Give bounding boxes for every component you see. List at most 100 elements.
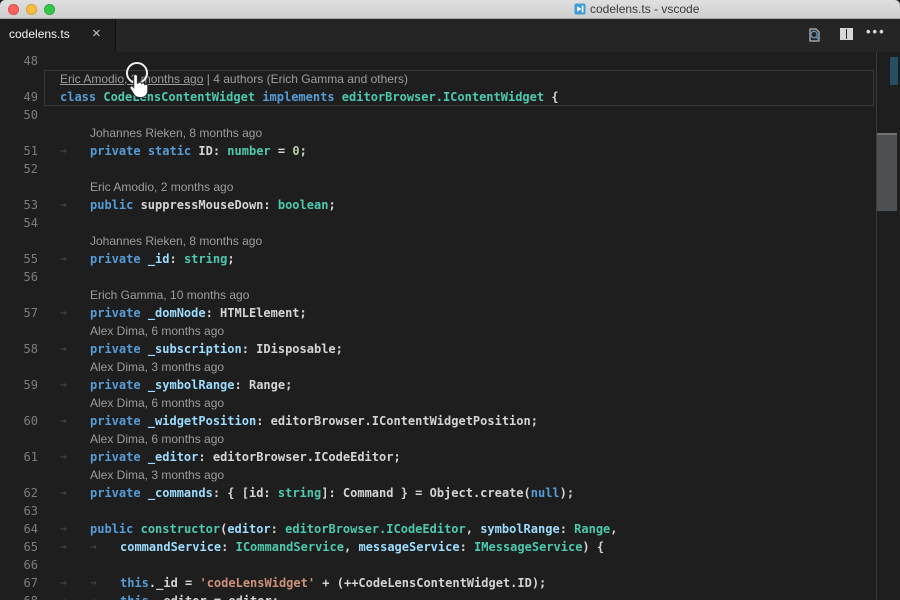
code-row: 61 → private _editor: editorBrowser.ICodeE… [0, 448, 900, 466]
codelens-row: Erich Gamma, 10 months ago [0, 286, 900, 304]
codelens-row: Eric Amodio, 2 months ago [0, 178, 900, 196]
codelens-row: Alex Dima, 6 months ago [0, 394, 900, 412]
line-number: 50 [0, 106, 38, 124]
line-number: 62 [0, 484, 38, 502]
tab-codelens-ts[interactable]: codelens.ts × [0, 19, 116, 52]
code-row: 51 → private static ID: number = 0; [0, 142, 900, 160]
code-line-content[interactable]: private _subscription: IDisposable; [90, 340, 343, 358]
codelens-blame-link[interactable]: Johannes Rieken, 8 months ago [90, 124, 262, 142]
line-number: 60 [0, 412, 38, 430]
tab-whitespace-arrow-icon: → [60, 142, 67, 160]
code-line-content[interactable]: this._editor = editor; [120, 592, 279, 600]
line-number: 61 [0, 448, 38, 466]
codelens-blame-link[interactable]: Alex Dima, 3 months ago [90, 466, 224, 484]
tab-whitespace-arrow-icon: → [60, 196, 67, 214]
tab-whitespace-arrow-icon: → [60, 520, 67, 538]
close-window-button[interactable] [8, 4, 19, 15]
vertical-scrollbar-thumb[interactable] [877, 133, 897, 211]
code-row: 52 [0, 160, 900, 178]
vscode-logo-icon [574, 3, 586, 15]
codelens-row: Johannes Rieken, 8 months ago [0, 124, 900, 142]
line-number: 64 [0, 520, 38, 538]
codelens-row: Alex Dima, 3 months ago [0, 466, 900, 484]
codelens-blame-link[interactable]: Alex Dima, 6 months ago [90, 430, 224, 448]
code-line-content[interactable]: private _domNode: HTMLElement; [90, 304, 307, 322]
tab-bar: codelens.ts × ••• [0, 19, 900, 52]
line-number: 53 [0, 196, 38, 214]
tab-whitespace-arrow-icon: → [60, 592, 67, 600]
tab-whitespace-arrow-icon: → [60, 340, 67, 358]
tab-whitespace-arrow-icon: → [60, 250, 67, 268]
line-number: 52 [0, 160, 38, 178]
code-row: 55 → private _id: string; [0, 250, 900, 268]
code-line-content[interactable]: private _symbolRange: Range; [90, 376, 292, 394]
tab-whitespace-arrow-icon: → [60, 412, 67, 430]
line-number: 67 [0, 574, 38, 592]
code-row: 54 [0, 214, 900, 232]
code-line-content[interactable]: private _editor: editorBrowser.ICodeEdit… [90, 448, 401, 466]
zoom-window-button[interactable] [44, 4, 55, 15]
code-row: 65→→commandService: ICommandService, mes… [0, 538, 900, 556]
code-row: 56 [0, 268, 900, 286]
codelens-blame-link[interactable]: Alex Dima, 6 months ago [90, 322, 224, 340]
line-number: 56 [0, 268, 38, 286]
tab-label: codelens.ts [9, 27, 70, 41]
line-number: 58 [0, 340, 38, 358]
more-actions-icon[interactable]: ••• [866, 27, 884, 43]
line-number: 66 [0, 556, 38, 574]
codelens-blame-link[interactable]: Eric Amodio, 2 months ago [90, 178, 233, 196]
editor-rows: 48 Eric Amodio, 2 months ago | 4 authors … [0, 52, 900, 600]
line-number: 59 [0, 376, 38, 394]
code-row: 53 → public suppressMouseDown: boolean; [0, 196, 900, 214]
code-line-content[interactable]: private _widgetPosition: editorBrowser.I… [90, 412, 538, 430]
code-line-content[interactable]: private static ID: number = 0; [90, 142, 307, 160]
tab-whitespace-arrow-icon: → [60, 574, 67, 592]
open-preview-icon[interactable] [806, 27, 824, 43]
codelens-row: Johannes Rieken, 8 months ago [0, 232, 900, 250]
tab-whitespace-arrow-icon: → [90, 538, 97, 556]
window-title: codelens.ts - vscode [590, 2, 699, 17]
code-row: 60 → private _widgetPosition: editorBrowse… [0, 412, 900, 430]
code-row: 63 [0, 502, 900, 520]
code-row: 67 → → this._id = 'codeLensWidget' + (++Cod… [0, 574, 900, 592]
code-line-content[interactable]: this._id = 'codeLensWidget' + (++CodeLen… [120, 574, 546, 592]
code-row: 68 → → this._editor = editor; [0, 592, 900, 600]
codelens-blame-link[interactable]: Alex Dima, 3 months ago [90, 358, 224, 376]
overview-ruler-mark [890, 57, 898, 85]
line-number: 68 [0, 592, 38, 600]
code-row: 59→private _symbolRange: Range; [0, 376, 900, 394]
code-row: 58 → private _subscription: IDisposable; [0, 340, 900, 358]
line-number: 57 [0, 304, 38, 322]
tab-whitespace-arrow-icon: → [90, 574, 97, 592]
tab-whitespace-arrow-icon: → [90, 592, 97, 600]
tab-whitespace-arrow-icon: → [60, 484, 67, 502]
line-number: 48 [0, 52, 38, 70]
line-number: 51 [0, 142, 38, 160]
line-number: 49 [0, 88, 38, 106]
line-number: 55 [0, 250, 38, 268]
code-row: 66 [0, 556, 900, 574]
code-line-content[interactable]: private _commands: { [id: string]: Comma… [90, 484, 574, 502]
line-number: 54 [0, 214, 38, 232]
title-bar: codelens.ts - vscode [0, 0, 900, 19]
codelens-blame-link[interactable]: Alex Dima, 6 months ago [90, 394, 224, 412]
codelens-row: Alex Dima, 6 months ago [0, 322, 900, 340]
code-row: 57→private _domNode: HTMLElement; [0, 304, 900, 322]
vscode-window: codelens.ts - vscode codelens.ts × ••• 4… [0, 0, 900, 600]
tab-close-icon[interactable]: × [92, 25, 101, 42]
editor-pane: 48 Eric Amodio, 2 months ago | 4 authors … [0, 52, 900, 600]
hand-cursor-icon [127, 73, 151, 99]
codelens-blame-link[interactable]: Johannes Rieken, 8 months ago [90, 232, 262, 250]
codelens-blame-link[interactable]: Erich Gamma, 10 months ago [90, 286, 249, 304]
tab-whitespace-arrow-icon: → [60, 538, 67, 556]
code-line-content[interactable]: private _id: string; [90, 250, 235, 268]
split-editor-icon[interactable] [838, 27, 856, 43]
code-line-content[interactable]: commandService: ICommandService, message… [120, 538, 604, 556]
code-row: 64 → public constructor(editor: editorBrow… [0, 520, 900, 538]
code-line-content[interactable]: public constructor(editor: editorBrowser… [90, 520, 618, 538]
code-line-content[interactable]: public suppressMouseDown: boolean; [90, 196, 336, 214]
code-row: 62 → private _commands: { [id: string]: Co… [0, 484, 900, 502]
codelens-authors-detail: | 4 authors (Erich Gamma and others) [203, 72, 408, 86]
minimize-window-button[interactable] [26, 4, 37, 15]
tab-whitespace-arrow-icon: → [60, 448, 67, 466]
